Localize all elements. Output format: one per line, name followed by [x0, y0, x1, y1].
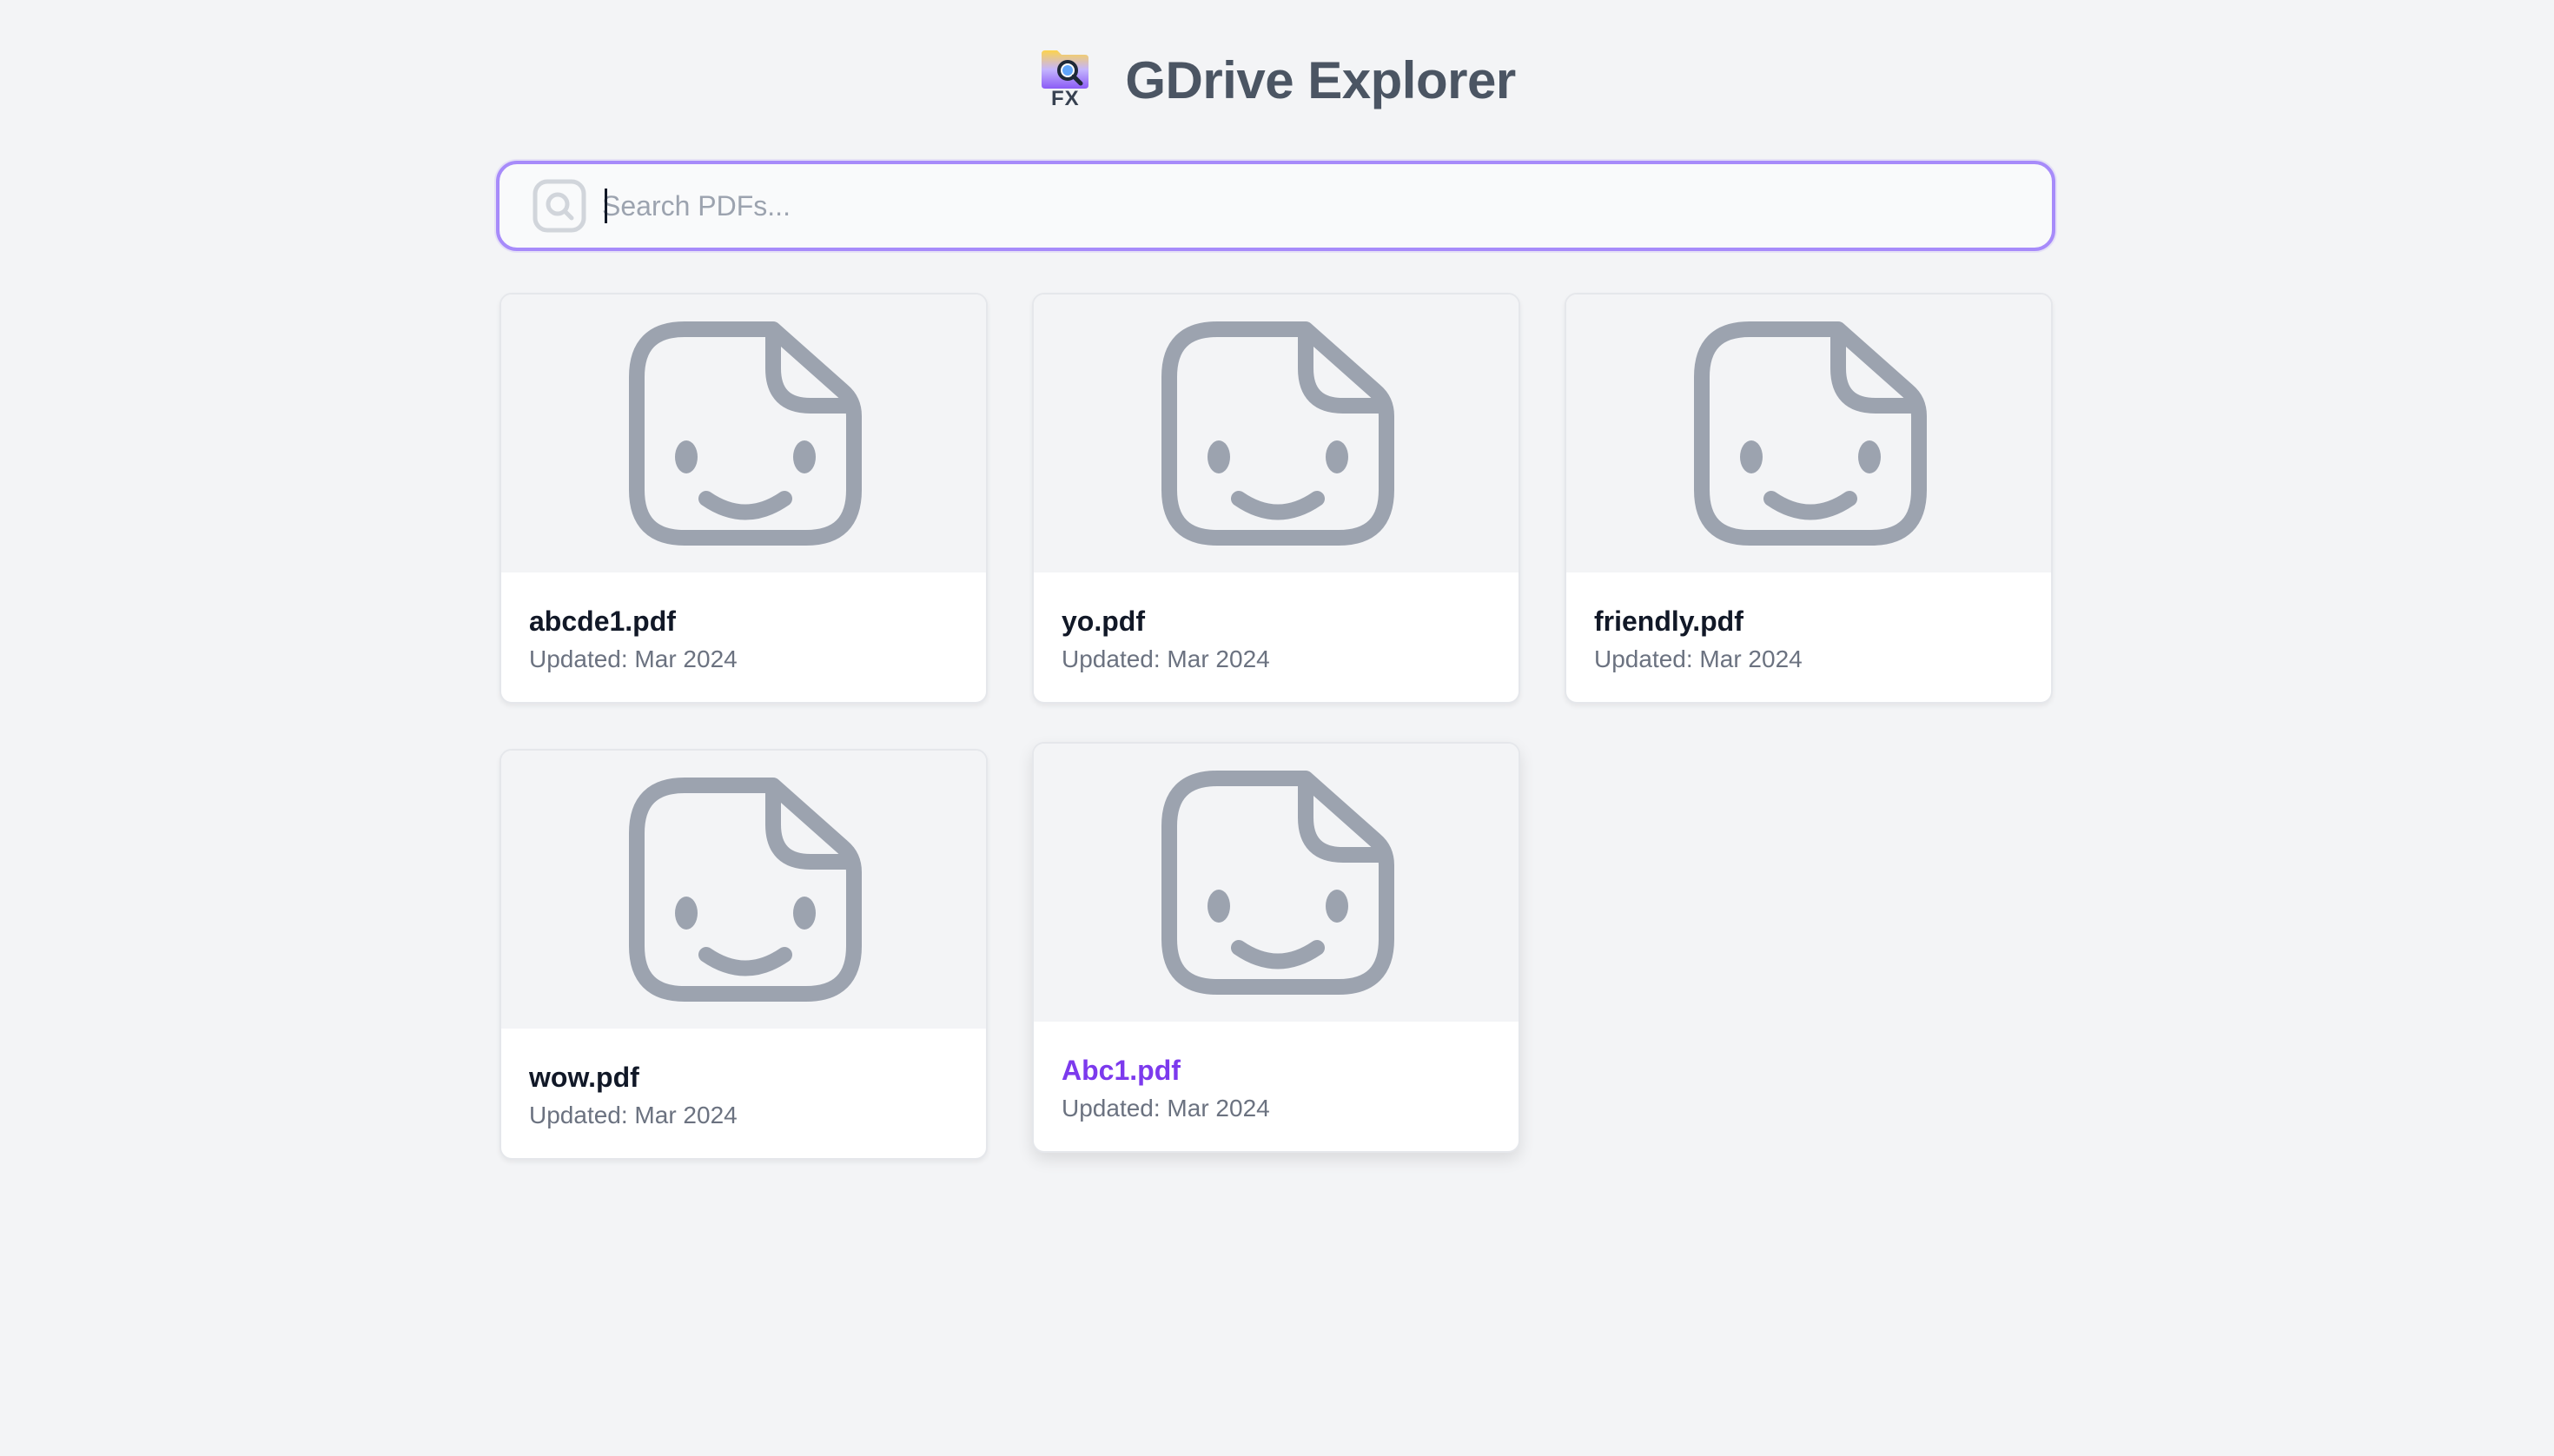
file-name: wow.pdf	[529, 1062, 639, 1093]
file-card[interactable]: abcde1.pdf Updated: Mar 2024	[500, 293, 988, 704]
file-card[interactable]: Abc1.pdf Updated: Mar 2024	[1032, 742, 1520, 1153]
file-grid: abcde1.pdf Updated: Mar 2024 yo.pdf Updated…	[500, 293, 2054, 1161]
file-thumbnail	[501, 295, 986, 572]
file-updated-date: Updated: Mar 2024	[1594, 645, 1803, 672]
file-updated-date: Updated: Mar 2024	[1062, 1095, 1270, 1122]
search-bar[interactable]	[496, 161, 2055, 251]
file-thumbnail	[1034, 744, 1519, 1022]
file-name: Abc1.pdf	[1062, 1055, 1181, 1086]
file-smile-icon	[1161, 771, 1394, 995]
file-smile-icon	[629, 778, 862, 1002]
file-card[interactable]: yo.pdf Updated: Mar 2024	[1032, 293, 1520, 704]
file-smile-icon	[629, 321, 862, 546]
page-title: GDrive Explorer	[1125, 50, 1516, 109]
search-input[interactable]	[602, 173, 2027, 239]
file-updated-date: Updated: Mar 2024	[1062, 645, 1270, 672]
file-name: abcde1.pdf	[529, 606, 676, 637]
app-logo: FX	[1038, 45, 1092, 115]
file-updated-date: Updated: Mar 2024	[529, 645, 738, 672]
file-thumbnail	[1034, 295, 1519, 572]
logo-label: FX	[1050, 87, 1080, 110]
file-name: friendly.pdf	[1594, 606, 1743, 637]
file-thumbnail	[1566, 295, 2051, 572]
file-smile-icon	[1694, 321, 1927, 546]
file-thumbnail	[501, 751, 986, 1029]
file-card[interactable]: wow.pdf Updated: Mar 2024	[500, 749, 988, 1160]
search-icon	[533, 179, 586, 233]
text-caret	[605, 189, 607, 223]
file-updated-date: Updated: Mar 2024	[529, 1102, 738, 1128]
file-card[interactable]: friendly.pdf Updated: Mar 2024	[1565, 293, 2053, 704]
app-header: FX GDrive Explorer	[0, 45, 2554, 115]
file-name: yo.pdf	[1062, 606, 1145, 637]
file-smile-icon	[1161, 321, 1394, 546]
